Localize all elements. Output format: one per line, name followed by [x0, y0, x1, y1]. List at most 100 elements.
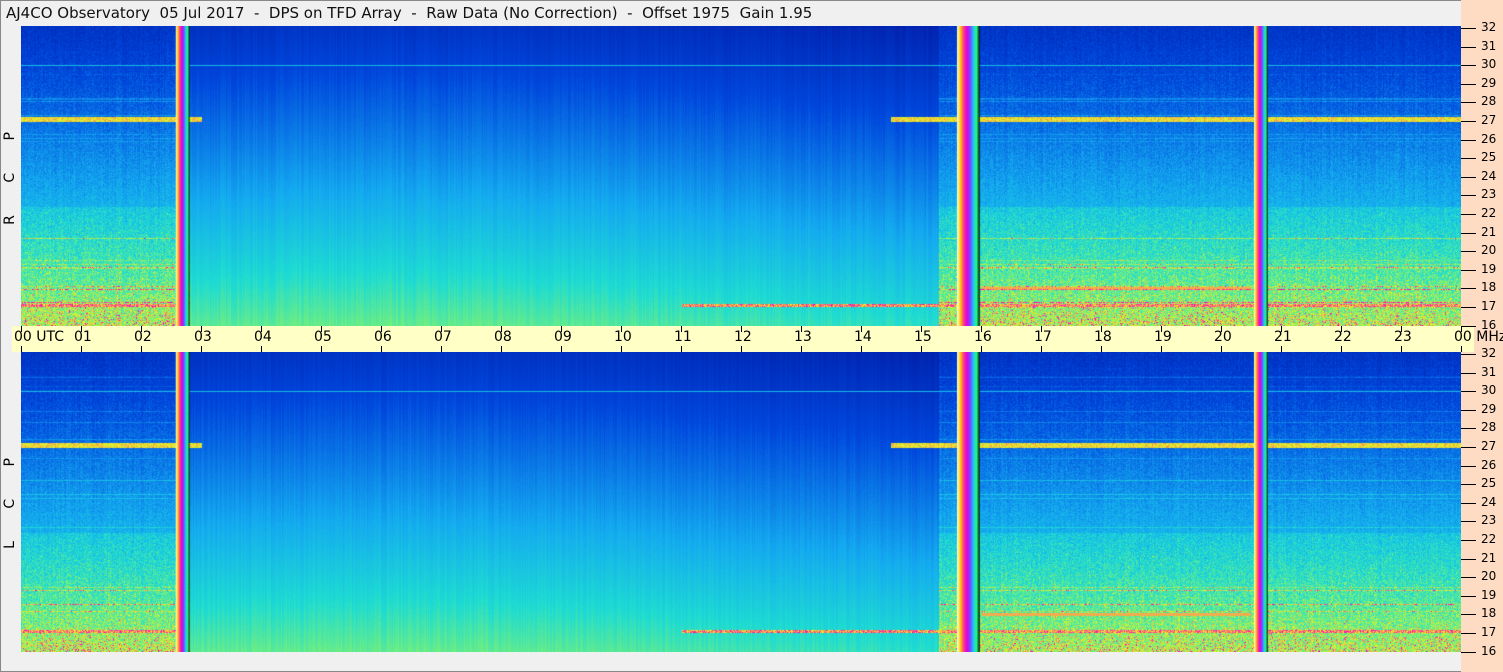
frequency-tick-label: 20 — [1481, 569, 1497, 584]
time-tick — [1401, 346, 1402, 352]
frequency-tick-label: 25 — [1481, 476, 1497, 491]
time-tick — [1281, 326, 1282, 332]
frequency-tick-label: 22 — [1481, 206, 1497, 220]
frequency-tick — [1461, 139, 1476, 141]
time-tick — [1341, 346, 1342, 352]
frequency-tick — [1461, 158, 1476, 160]
time-tick-label: 01 — [74, 329, 92, 345]
time-tick — [141, 346, 142, 352]
time-tick — [801, 346, 802, 352]
polarization-label: R C P — [2, 118, 18, 225]
frequency-tick — [1461, 651, 1476, 653]
frequency-tick — [1461, 558, 1476, 560]
lcp-spectrogram — [21, 352, 1461, 652]
time-tick — [441, 346, 442, 352]
frequency-tick-label: 24 — [1481, 494, 1497, 509]
time-tick — [801, 326, 802, 332]
time-tick — [1101, 326, 1102, 332]
time-tick — [741, 326, 742, 332]
frequency-tick-label: 27 — [1481, 439, 1497, 453]
frequency-tick — [1461, 354, 1476, 355]
time-tick-label: 11 — [674, 329, 692, 345]
frequency-tick-label: 29 — [1481, 401, 1497, 416]
time-tick-label: 13 — [794, 329, 812, 345]
frequency-tick — [1461, 614, 1476, 616]
time-tick — [381, 346, 382, 352]
frequency-tick-label: 27 — [1481, 113, 1497, 127]
time-tick-label: 12 — [734, 329, 752, 345]
time-tick — [681, 326, 682, 332]
frequency-tick — [1461, 121, 1476, 122]
frequency-tick-label: 22 — [1481, 532, 1497, 546]
time-tick — [1461, 326, 1462, 332]
rcp-spectrogram — [21, 26, 1461, 326]
time-tick — [21, 346, 22, 352]
time-tick — [981, 346, 982, 352]
frequency-tick — [1461, 214, 1476, 215]
frequency-tick — [1461, 447, 1476, 448]
time-tick — [1341, 326, 1342, 332]
frequency-tick — [1461, 372, 1476, 374]
time-tick — [261, 326, 262, 332]
time-tick — [21, 326, 22, 332]
time-tick-label: 02 — [134, 329, 152, 345]
time-tick-label: 14 — [854, 329, 872, 345]
time-tick — [1221, 326, 1222, 332]
time-tick — [561, 346, 562, 352]
frequency-tick-label: 28 — [1481, 94, 1497, 109]
frequency-tick-label: 31 — [1481, 38, 1497, 53]
time-tick — [561, 326, 562, 332]
time-tick-label: 20 — [1214, 329, 1232, 345]
time-tick-label: 18 — [1094, 329, 1112, 345]
frequency-tick-label: 17 — [1481, 299, 1497, 313]
frequency-tick-label: 28 — [1481, 420, 1497, 435]
time-tick — [861, 326, 862, 332]
time-tick-label: 22 — [1334, 329, 1352, 345]
frequency-tick — [1461, 521, 1476, 523]
frequency-tick — [1461, 269, 1476, 271]
time-tick — [981, 326, 982, 332]
time-tick — [141, 326, 142, 332]
frequency-tick — [1461, 65, 1476, 67]
time-tick — [741, 346, 742, 352]
frequency-tick — [1461, 325, 1476, 327]
frequency-tick-label: 23 — [1481, 187, 1497, 202]
polarization-label: L C P — [2, 444, 18, 549]
frequency-tick — [1461, 176, 1476, 178]
time-tick-label: 17 — [1034, 329, 1052, 345]
time-tick — [1461, 346, 1462, 352]
frequency-tick-label: 19 — [1481, 587, 1497, 602]
time-tick — [321, 326, 322, 332]
time-tick-label: 19 — [1154, 329, 1172, 345]
frequency-tick — [1461, 102, 1476, 104]
time-tick-label: 04 — [254, 329, 272, 345]
frequency-tick — [1461, 484, 1476, 486]
frequency-tick-label: 32 — [1481, 346, 1497, 360]
time-tick — [441, 326, 442, 332]
time-tick — [1281, 346, 1282, 352]
frequency-tick-label: 25 — [1481, 150, 1497, 165]
time-tick-label: 08 — [494, 329, 512, 345]
frequency-tick — [1461, 46, 1476, 48]
time-tick — [1101, 346, 1102, 352]
time-tick-label: 09 — [554, 329, 572, 345]
frequency-tick — [1461, 83, 1476, 85]
frequency-tick-label: 18 — [1481, 606, 1497, 621]
time-tick-label: 07 — [434, 329, 452, 345]
frequency-tick-label: 26 — [1481, 457, 1497, 472]
frequency-tick-label: 21 — [1481, 550, 1497, 565]
frequency-tick — [1461, 307, 1476, 308]
frequency-tick-label: 29 — [1481, 75, 1497, 90]
time-tick — [81, 346, 82, 352]
frequency-tick-label: 18 — [1481, 280, 1497, 295]
time-tick — [621, 346, 622, 352]
time-tick — [1161, 346, 1162, 352]
frequency-tick-label: 24 — [1481, 168, 1497, 183]
time-tick-label: 15 — [914, 329, 932, 345]
frequency-tick — [1461, 540, 1476, 541]
time-tick — [1401, 326, 1402, 332]
time-tick-label: 03 — [194, 329, 212, 345]
time-tick-label: 16 — [974, 329, 992, 345]
frequency-tick-label: 17 — [1481, 625, 1497, 639]
frequency-tick-label: 16 — [1481, 317, 1497, 332]
